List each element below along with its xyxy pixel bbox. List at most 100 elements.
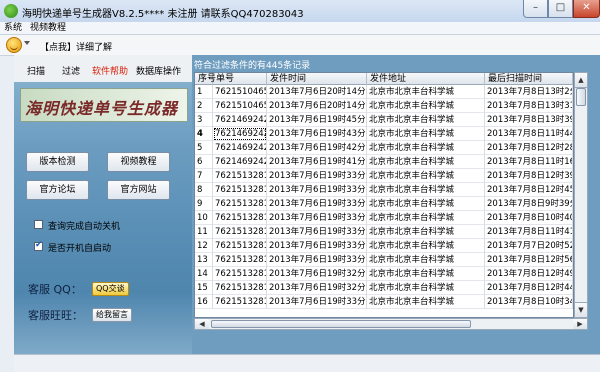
row-send-time[interactable]: 2013年7月6日20时14分 — [267, 85, 367, 99]
leave-message-button[interactable]: 给我留言 — [92, 308, 132, 322]
row-send-address[interactable]: 北京市北京丰台科学城 — [367, 197, 485, 211]
table-row[interactable]: 97621513281752013年7月6日19时33分北京市北京丰台科学城20… — [195, 197, 573, 211]
qq-chat-button[interactable]: QQ交谈 — [92, 282, 129, 296]
table-row[interactable]: 47621469242852013年7月6日19时43分北京市北京丰台科学城20… — [195, 127, 573, 141]
row-tracking-no[interactable]: 762146924289 — [213, 155, 267, 169]
row-last-scan[interactable]: 2013年7月8日12时45分 — [485, 183, 573, 197]
row-last-scan[interactable]: 2013年7月8日13时2分 — [485, 85, 573, 99]
table-row[interactable]: 37621469242862013年7月6日19时45分北京市北京丰台科学城20… — [195, 113, 573, 127]
row-index[interactable]: 2 — [195, 99, 213, 113]
row-send-address[interactable]: 北京市北京丰台科学城 — [367, 211, 485, 225]
row-tracking-no[interactable]: 762151046594 — [213, 85, 267, 99]
table-row[interactable]: 167621513281732013年7月6日19时33分北京市北京丰台科学城2… — [195, 295, 573, 309]
horizontal-scrollbar[interactable]: ◀ ▶ — [194, 318, 588, 330]
row-send-time[interactable]: 2013年7月6日19时32分 — [267, 281, 367, 295]
row-index[interactable]: 15 — [195, 281, 213, 295]
tab-scan[interactable]: 扫描 — [27, 64, 45, 77]
row-send-address[interactable]: 北京市北京丰台科学城 — [367, 267, 485, 281]
vertical-scrollbar[interactable]: ▲ ▼ — [574, 72, 588, 318]
table-row[interactable]: 77621513281672013年7月6日19时33分北京市北京丰台科学城20… — [195, 169, 573, 183]
col-header-tracking-no[interactable]: 单号 — [213, 73, 267, 85]
row-send-time[interactable]: 2013年7月6日19时33分 — [267, 253, 367, 267]
row-last-scan[interactable]: 2013年7月8日11时41分 — [485, 225, 573, 239]
table-row[interactable]: 27621510465952013年7月6日20时14分北京市北京丰台科学城20… — [195, 99, 573, 113]
scroll-down-icon[interactable]: ▼ — [575, 302, 587, 317]
row-send-time[interactable]: 2013年7月6日19时32分 — [267, 267, 367, 281]
table-row[interactable]: 127621513281802013年7月6日19时33分北京市北京丰台科学城2… — [195, 239, 573, 253]
row-index[interactable]: 9 — [195, 197, 213, 211]
row-last-scan[interactable]: 2013年7月7日20时52分 — [485, 239, 573, 253]
row-send-address[interactable]: 北京市北京丰台科学城 — [367, 99, 485, 113]
scroll-up-icon[interactable]: ▲ — [575, 73, 587, 88]
row-send-address[interactable]: 北京市北京丰台科学城 — [367, 85, 485, 99]
row-send-address[interactable]: 北京市北京丰台科学城 — [367, 141, 485, 155]
tab-database[interactable]: 数据库操作 — [136, 64, 181, 77]
row-index[interactable]: 16 — [195, 295, 213, 309]
row-send-time[interactable]: 2013年7月6日19时33分 — [267, 225, 367, 239]
row-send-time[interactable]: 2013年7月6日19时33分 — [267, 169, 367, 183]
row-last-scan[interactable]: 2013年7月8日13时31分 — [485, 99, 573, 113]
row-last-scan[interactable]: 2013年7月8日13时39分 — [485, 113, 573, 127]
row-tracking-no[interactable]: 762151328168 — [213, 225, 267, 239]
row-last-scan[interactable]: 2013年7月8日12时39分 — [485, 169, 573, 183]
row-send-time[interactable]: 2013年7月6日19时33分 — [267, 239, 367, 253]
table-row[interactable]: 157621513281782013年7月6日19时32分北京市北京丰台科学城2… — [195, 281, 573, 295]
row-send-time[interactable]: 2013年7月6日19时33分 — [267, 211, 367, 225]
maximize-button[interactable]: □ — [548, 0, 573, 18]
row-send-address[interactable]: 北京市北京丰台科学城 — [367, 183, 485, 197]
scroll-left-icon[interactable]: ◀ — [195, 319, 209, 329]
autostart-checkbox[interactable] — [34, 240, 43, 251]
row-last-scan[interactable]: 2013年7月8日10时34分 — [485, 295, 573, 309]
row-send-time[interactable]: 2013年7月6日19时33分 — [267, 183, 367, 197]
row-send-address[interactable]: 北京市北京丰台科学城 — [367, 253, 485, 267]
row-tracking-no[interactable]: 762151328173 — [213, 295, 267, 309]
col-header-send-address[interactable]: 发件地址 — [367, 73, 485, 85]
video-tutorial-button[interactable]: 视频教程 — [107, 152, 170, 172]
row-index[interactable]: 5 — [195, 141, 213, 155]
row-send-time[interactable]: 2013年7月6日19时33分 — [267, 295, 367, 309]
chevron-down-icon[interactable] — [24, 41, 30, 45]
row-index[interactable]: 13 — [195, 253, 213, 267]
row-last-scan[interactable]: 2013年7月8日12时49分 — [485, 267, 573, 281]
row-last-scan[interactable]: 2013年7月8日12时28分 — [485, 141, 573, 155]
row-index[interactable]: 1 — [195, 85, 213, 99]
scroll-right-icon[interactable]: ▶ — [573, 319, 587, 329]
table-row[interactable]: 17621510465942013年7月6日20时14分北京市北京丰台科学城20… — [195, 85, 573, 99]
row-send-time[interactable]: 2013年7月6日20时14分 — [267, 99, 367, 113]
table-row[interactable]: 137621513281692013年7月6日19时33分北京市北京丰台科学城2… — [195, 253, 573, 267]
row-send-address[interactable]: 北京市北京丰台科学城 — [367, 225, 485, 239]
row-send-address[interactable]: 北京市北京丰台科学城 — [367, 281, 485, 295]
info-link[interactable]: 【点我】详细了解 — [40, 40, 112, 53]
row-last-scan[interactable]: 2013年7月8日10时40分 — [485, 211, 573, 225]
official-website-button[interactable]: 官方网站 — [107, 180, 170, 200]
row-index[interactable]: 8 — [195, 183, 213, 197]
official-forum-button[interactable]: 官方论坛 — [26, 180, 89, 200]
row-send-address[interactable]: 北京市北京丰台科学城 — [367, 127, 485, 141]
menu-system[interactable]: 系统 — [4, 22, 22, 34]
row-tracking-no[interactable]: 762151328179 — [213, 267, 267, 281]
row-index[interactable]: 10 — [195, 211, 213, 225]
row-send-address[interactable]: 北京市北京丰台科学城 — [367, 113, 485, 127]
row-tracking-no[interactable]: 762151328167 — [213, 169, 267, 183]
row-index[interactable]: 3 — [195, 113, 213, 127]
row-index[interactable]: 12 — [195, 239, 213, 253]
row-tracking-no[interactable]: 762151328178 — [213, 281, 267, 295]
row-tracking-no[interactable]: 762146924287 — [213, 141, 267, 155]
row-send-time[interactable]: 2013年7月6日19时45分 — [267, 113, 367, 127]
row-send-address[interactable]: 北京市北京丰台科学城 — [367, 155, 485, 169]
auto-shutdown-checkbox[interactable] — [34, 220, 43, 229]
table-row[interactable]: 67621469242892013年7月6日19时41分北京市北京丰台科学城20… — [195, 155, 573, 169]
row-tracking-no[interactable]: 762146924286 — [213, 113, 267, 127]
row-tracking-no[interactable]: 762151328169 — [213, 253, 267, 267]
row-index[interactable]: 14 — [195, 267, 213, 281]
version-check-button[interactable]: 版本检测 — [26, 152, 89, 172]
row-tracking-no[interactable]: 762151328175 — [213, 197, 267, 211]
row-send-address[interactable]: 北京市北京丰台科学城 — [367, 239, 485, 253]
col-header-send-time[interactable]: 发件时间 — [267, 73, 367, 85]
row-last-scan[interactable]: 2013年7月8日11时44分 — [485, 127, 573, 141]
row-last-scan[interactable]: 2013年7月8日9时39分 — [485, 197, 573, 211]
vertical-scroll-thumb[interactable] — [576, 88, 586, 106]
row-send-time[interactable]: 2013年7月6日19时42分 — [267, 141, 367, 155]
row-send-address[interactable]: 北京市北京丰台科学城 — [367, 169, 485, 183]
row-index[interactable]: 4 — [195, 127, 213, 141]
